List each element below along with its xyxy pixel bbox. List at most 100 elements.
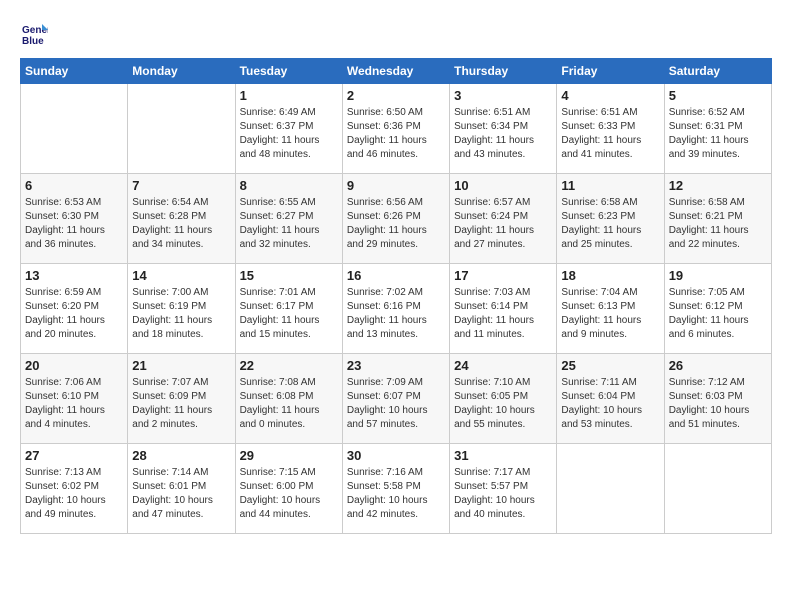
day-number: 5 xyxy=(669,88,767,103)
day-info: Sunrise: 7:15 AM Sunset: 6:00 PM Dayligh… xyxy=(240,466,338,522)
calendar-cell: 5 Sunrise: 6:52 AM Sunset: 6:31 PM Daylig… xyxy=(664,84,771,174)
calendar-cell: 16 Sunrise: 7:02 AM Sunset: 6:16 PM Dayli… xyxy=(342,264,449,354)
day-info: Sunrise: 6:58 AM Sunset: 6:21 PM Dayligh… xyxy=(669,196,767,252)
day-info: Sunrise: 7:11 AM Sunset: 6:04 PM Dayligh… xyxy=(561,376,659,432)
calendar-cell: 30 Sunrise: 7:16 AM Sunset: 5:58 PM Dayli… xyxy=(342,444,449,534)
day-number: 3 xyxy=(454,88,552,103)
day-header-tuesday: Tuesday xyxy=(235,59,342,84)
day-number: 27 xyxy=(25,448,123,463)
day-number: 7 xyxy=(132,178,230,193)
day-info: Sunrise: 7:12 AM Sunset: 6:03 PM Dayligh… xyxy=(669,376,767,432)
day-info: Sunrise: 6:51 AM Sunset: 6:33 PM Dayligh… xyxy=(561,106,659,162)
day-header-friday: Friday xyxy=(557,59,664,84)
logo-icon: General Blue xyxy=(20,20,48,48)
calendar-cell: 27 Sunrise: 7:13 AM Sunset: 6:02 PM Dayli… xyxy=(21,444,128,534)
day-number: 31 xyxy=(454,448,552,463)
day-number: 13 xyxy=(25,268,123,283)
day-number: 30 xyxy=(347,448,445,463)
day-number: 11 xyxy=(561,178,659,193)
day-number: 15 xyxy=(240,268,338,283)
day-info: Sunrise: 6:51 AM Sunset: 6:34 PM Dayligh… xyxy=(454,106,552,162)
calendar-cell: 8 Sunrise: 6:55 AM Sunset: 6:27 PM Daylig… xyxy=(235,174,342,264)
calendar-cell: 3 Sunrise: 6:51 AM Sunset: 6:34 PM Daylig… xyxy=(450,84,557,174)
day-number: 18 xyxy=(561,268,659,283)
day-number: 22 xyxy=(240,358,338,373)
calendar-cell: 31 Sunrise: 7:17 AM Sunset: 5:57 PM Dayli… xyxy=(450,444,557,534)
calendar-week-row: 20Sunrise: 7:06 AM Sunset: 6:10 PM Dayli… xyxy=(21,354,772,444)
calendar-cell: 20Sunrise: 7:06 AM Sunset: 6:10 PM Dayli… xyxy=(21,354,128,444)
day-info: Sunrise: 7:13 AM Sunset: 6:02 PM Dayligh… xyxy=(25,466,123,522)
day-number: 25 xyxy=(561,358,659,373)
day-number: 9 xyxy=(347,178,445,193)
day-number: 10 xyxy=(454,178,552,193)
day-number: 28 xyxy=(132,448,230,463)
day-header-wednesday: Wednesday xyxy=(342,59,449,84)
calendar-cell: 26 Sunrise: 7:12 AM Sunset: 6:03 PM Dayli… xyxy=(664,354,771,444)
calendar-cell xyxy=(664,444,771,534)
calendar-header-row: SundayMondayTuesdayWednesdayThursdayFrid… xyxy=(21,59,772,84)
day-header-sunday: Sunday xyxy=(21,59,128,84)
calendar-cell: 4Sunrise: 6:51 AM Sunset: 6:33 PM Daylig… xyxy=(557,84,664,174)
calendar-cell: 1Sunrise: 6:49 AM Sunset: 6:37 PM Daylig… xyxy=(235,84,342,174)
day-info: Sunrise: 6:59 AM Sunset: 6:20 PM Dayligh… xyxy=(25,286,123,342)
calendar-cell: 6 Sunrise: 6:53 AM Sunset: 6:30 PM Daylig… xyxy=(21,174,128,264)
calendar-cell xyxy=(21,84,128,174)
calendar-cell: 28Sunrise: 7:14 AM Sunset: 6:01 PM Dayli… xyxy=(128,444,235,534)
calendar-cell: 14 Sunrise: 7:00 AM Sunset: 6:19 PM Dayli… xyxy=(128,264,235,354)
day-info: Sunrise: 6:50 AM Sunset: 6:36 PM Dayligh… xyxy=(347,106,445,162)
calendar-week-row: 27 Sunrise: 7:13 AM Sunset: 6:02 PM Dayli… xyxy=(21,444,772,534)
day-info: Sunrise: 7:02 AM Sunset: 6:16 PM Dayligh… xyxy=(347,286,445,342)
day-header-saturday: Saturday xyxy=(664,59,771,84)
day-info: Sunrise: 7:10 AM Sunset: 6:05 PM Dayligh… xyxy=(454,376,552,432)
day-number: 24 xyxy=(454,358,552,373)
calendar-cell: 19 Sunrise: 7:05 AM Sunset: 6:12 PM Dayli… xyxy=(664,264,771,354)
calendar-cell: 21 Sunrise: 7:07 AM Sunset: 6:09 PM Dayli… xyxy=(128,354,235,444)
calendar-cell: 12Sunrise: 6:58 AM Sunset: 6:21 PM Dayli… xyxy=(664,174,771,264)
day-info: Sunrise: 7:03 AM Sunset: 6:14 PM Dayligh… xyxy=(454,286,552,342)
calendar-cell: 10Sunrise: 6:57 AM Sunset: 6:24 PM Dayli… xyxy=(450,174,557,264)
day-number: 26 xyxy=(669,358,767,373)
day-number: 19 xyxy=(669,268,767,283)
calendar-week-row: 13 Sunrise: 6:59 AM Sunset: 6:20 PM Dayli… xyxy=(21,264,772,354)
day-info: Sunrise: 7:00 AM Sunset: 6:19 PM Dayligh… xyxy=(132,286,230,342)
calendar-cell: 23 Sunrise: 7:09 AM Sunset: 6:07 PM Dayli… xyxy=(342,354,449,444)
day-number: 8 xyxy=(240,178,338,193)
day-info: Sunrise: 7:16 AM Sunset: 5:58 PM Dayligh… xyxy=(347,466,445,522)
day-number: 23 xyxy=(347,358,445,373)
logo: General Blue xyxy=(20,20,52,48)
calendar-cell: 24 Sunrise: 7:10 AM Sunset: 6:05 PM Dayli… xyxy=(450,354,557,444)
day-info: Sunrise: 6:58 AM Sunset: 6:23 PM Dayligh… xyxy=(561,196,659,252)
calendar-table: SundayMondayTuesdayWednesdayThursdayFrid… xyxy=(20,58,772,534)
day-info: Sunrise: 6:54 AM Sunset: 6:28 PM Dayligh… xyxy=(132,196,230,252)
day-info: Sunrise: 6:49 AM Sunset: 6:37 PM Dayligh… xyxy=(240,106,338,162)
day-number: 20 xyxy=(25,358,123,373)
calendar-cell: 2 Sunrise: 6:50 AM Sunset: 6:36 PM Daylig… xyxy=(342,84,449,174)
calendar-cell: 29 Sunrise: 7:15 AM Sunset: 6:00 PM Dayli… xyxy=(235,444,342,534)
day-info: Sunrise: 7:05 AM Sunset: 6:12 PM Dayligh… xyxy=(669,286,767,342)
day-info: Sunrise: 7:08 AM Sunset: 6:08 PM Dayligh… xyxy=(240,376,338,432)
calendar-week-row: 6 Sunrise: 6:53 AM Sunset: 6:30 PM Daylig… xyxy=(21,174,772,264)
day-number: 14 xyxy=(132,268,230,283)
day-info: Sunrise: 6:52 AM Sunset: 6:31 PM Dayligh… xyxy=(669,106,767,162)
calendar-cell xyxy=(557,444,664,534)
calendar-cell: 25 Sunrise: 7:11 AM Sunset: 6:04 PM Dayli… xyxy=(557,354,664,444)
day-number: 17 xyxy=(454,268,552,283)
day-info: Sunrise: 7:07 AM Sunset: 6:09 PM Dayligh… xyxy=(132,376,230,432)
day-number: 6 xyxy=(25,178,123,193)
day-info: Sunrise: 6:55 AM Sunset: 6:27 PM Dayligh… xyxy=(240,196,338,252)
day-number: 21 xyxy=(132,358,230,373)
calendar-cell: 9Sunrise: 6:56 AM Sunset: 6:26 PM Daylig… xyxy=(342,174,449,264)
day-info: Sunrise: 6:53 AM Sunset: 6:30 PM Dayligh… xyxy=(25,196,123,252)
day-number: 29 xyxy=(240,448,338,463)
header: General Blue xyxy=(20,20,772,48)
day-number: 16 xyxy=(347,268,445,283)
day-header-monday: Monday xyxy=(128,59,235,84)
svg-text:Blue: Blue xyxy=(22,36,44,47)
day-info: Sunrise: 7:09 AM Sunset: 6:07 PM Dayligh… xyxy=(347,376,445,432)
calendar-cell xyxy=(128,84,235,174)
day-info: Sunrise: 7:01 AM Sunset: 6:17 PM Dayligh… xyxy=(240,286,338,342)
day-info: Sunrise: 7:17 AM Sunset: 5:57 PM Dayligh… xyxy=(454,466,552,522)
calendar-cell: 15 Sunrise: 7:01 AM Sunset: 6:17 PM Dayli… xyxy=(235,264,342,354)
day-number: 2 xyxy=(347,88,445,103)
day-header-thursday: Thursday xyxy=(450,59,557,84)
